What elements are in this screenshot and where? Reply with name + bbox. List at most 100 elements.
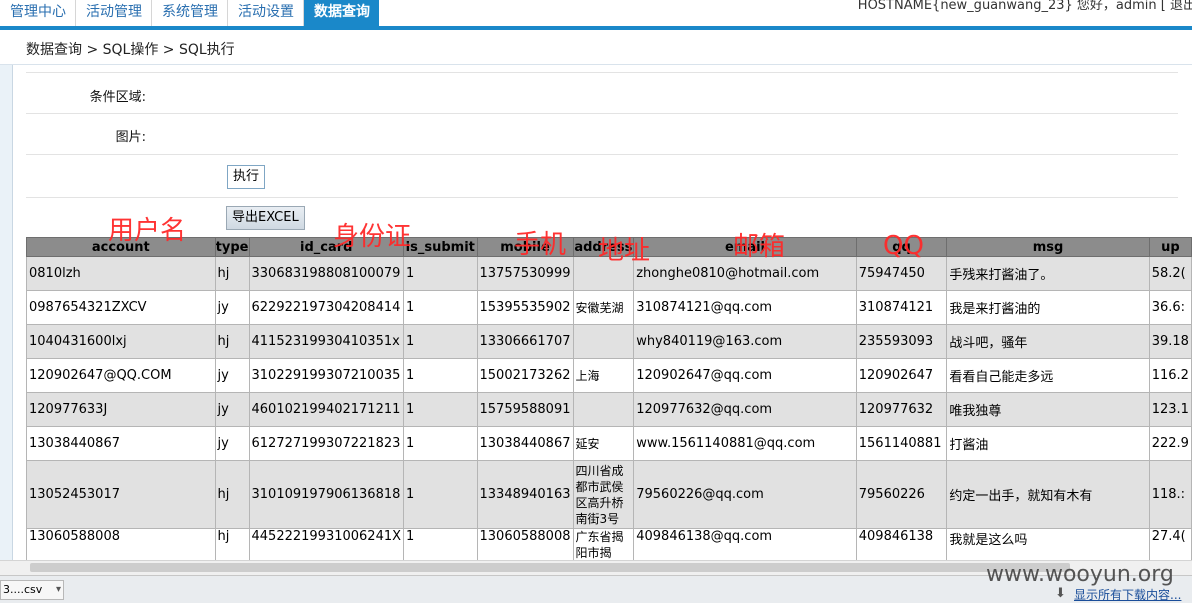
cell-account: 13052453017 <box>26 460 216 529</box>
cell-qq: 310874121 <box>855 290 948 325</box>
tab-system-management[interactable]: 系统管理 <box>152 0 228 26</box>
cell-email: 120977632@qq.com <box>633 392 857 427</box>
cell-mobile: 15759588091 <box>476 392 574 427</box>
cell-address: 上海 <box>572 358 635 393</box>
cell-is-submit: 1 <box>403 290 478 325</box>
top-nav: 管理中心 活动管理 系统管理 活动设置 数据查询 HOSTNAME{new_gu… <box>0 0 1192 26</box>
cell-email: why840119@163.com <box>633 324 857 359</box>
annotation-username: 用户名 <box>108 216 187 246</box>
cell-up: 58.2( <box>1148 256 1192 291</box>
cell-is-submit: 1 <box>403 256 478 291</box>
table-row: 1040431600lxj hj 41152319930410351x 1 13… <box>26 324 1192 359</box>
cell-is-submit: 1 <box>403 324 478 359</box>
cell-mobile: 15395535902 <box>476 290 574 325</box>
cell-qq: 120902647 <box>855 358 948 393</box>
cell-msg: 手残来打酱油了。 <box>946 256 1150 291</box>
execute-button[interactable]: 执行 <box>227 165 266 189</box>
annotation-mobile: 手机 <box>514 230 567 260</box>
col-header-msg[interactable]: msg <box>946 237 1150 257</box>
cell-msg: 约定一出手，就知有木有 <box>946 460 1150 529</box>
cell-type: hj <box>214 324 250 359</box>
cell-account: 1040431600lxj <box>26 324 216 359</box>
download-arrow-icon: ⬇ <box>1055 586 1066 601</box>
cell-id-card: 622922197304208414 <box>248 290 405 325</box>
cell-mobile: 13306661707 <box>476 324 574 359</box>
cell-qq: 79560226 <box>855 460 948 529</box>
cell-id-card: 310109197906136818 <box>248 460 405 529</box>
table-row: 13038440867 jy 612727199307221823 1 1303… <box>26 426 1192 461</box>
results-table: account type id_card is_submit mobile ad… <box>26 237 1192 570</box>
cell-account: 0987654321ZXCV <box>26 290 216 325</box>
download-item-name: 3....csv <box>3 583 43 596</box>
cell-type: hj <box>214 256 250 291</box>
tab-data-query[interactable]: 数据查询 <box>304 0 379 26</box>
cell-up: 222.9 <box>1148 426 1192 461</box>
chevron-down-icon[interactable]: ▾ <box>56 581 61 599</box>
cell-email: www.1561140881@qq.com <box>633 426 857 461</box>
cell-up: 36.6: <box>1148 290 1192 325</box>
cell-msg: 看看自己能走多远 <box>946 358 1150 393</box>
annotation-email: 邮箱 <box>733 232 786 262</box>
cell-email: 120902647@qq.com <box>633 358 857 393</box>
annotation-idcard: 身份证 <box>333 222 412 252</box>
export-excel-button[interactable]: 导出EXCEL <box>226 206 305 230</box>
cell-address: 延安 <box>572 426 635 461</box>
cell-qq: 235593093 <box>855 324 948 359</box>
left-panel-edge <box>0 65 13 575</box>
cell-type: hj <box>214 460 250 529</box>
cell-mobile: 13038440867 <box>476 426 574 461</box>
cell-is-submit: 1 <box>403 358 478 393</box>
col-header-up[interactable]: up <box>1148 237 1192 257</box>
image-label: 图片: <box>115 130 146 145</box>
show-all-downloads-link[interactable]: 显示所有下载内容... <box>1074 586 1181 603</box>
cell-account: 120902647@QQ.COM <box>26 358 216 393</box>
download-bar: 3....csv ▾ www.wooyun.org ⬇ 显示所有下载内容... <box>0 562 1192 603</box>
host-info: HOSTNAME{new_guanwang_23} 您好，admin [ 退出 <box>857 0 1192 13</box>
tab-management-center[interactable]: 管理中心 <box>0 0 76 26</box>
cell-address <box>572 392 635 427</box>
col-header-type[interactable]: type <box>214 237 250 257</box>
cell-id-card: 460102199402171211 <box>248 392 405 427</box>
cell-mobile: 15002173262 <box>476 358 574 393</box>
condition-label: 条件区域: <box>89 90 146 105</box>
cell-msg: 唯我独尊 <box>946 392 1150 427</box>
annotation-address: 地址 <box>598 236 651 266</box>
cell-qq: 75947450 <box>855 256 948 291</box>
image-row: 图片: <box>26 114 1178 155</box>
scrollbar-thumb[interactable] <box>30 563 1070 572</box>
cell-account: 120977633J <box>26 392 216 427</box>
cell-id-card: 330683198808100079 <box>248 256 405 291</box>
table-row: 0987654321ZXCV jy 622922197304208414 1 1… <box>26 290 1192 325</box>
tab-activity-management[interactable]: 活动管理 <box>76 0 152 26</box>
download-item[interactable]: 3....csv ▾ <box>0 580 64 600</box>
cell-mobile: 13348940163 <box>476 460 574 529</box>
cell-up: 123.1 <box>1148 392 1192 427</box>
col-header-is-submit[interactable]: is_submit <box>403 237 478 257</box>
tab-activity-settings[interactable]: 活动设置 <box>228 0 304 26</box>
breadcrumb: 数据查询 > SQL操作 > SQL执行 <box>0 30 1192 65</box>
cell-type: jy <box>214 358 250 393</box>
breadcrumb-text: 数据查询 > SQL操作 > SQL执行 <box>26 42 235 58</box>
cell-up: 39.18 <box>1148 324 1192 359</box>
cell-address <box>572 324 635 359</box>
cell-qq: 1561140881 <box>855 426 948 461</box>
cell-is-submit: 1 <box>403 426 478 461</box>
cell-msg: 打酱油 <box>946 426 1150 461</box>
nav-tabs: 管理中心 活动管理 系统管理 活动设置 数据查询 <box>0 0 379 26</box>
cell-is-submit: 1 <box>403 460 478 529</box>
cell-email: 79560226@qq.com <box>633 460 857 529</box>
cell-email: 310874121@qq.com <box>633 290 857 325</box>
table-row: 120977633J jy 460102199402171211 1 15759… <box>26 392 1192 427</box>
cell-mobile: 13757530999 <box>476 256 574 291</box>
table-row: 120902647@QQ.COM jy 310229199307210035 1… <box>26 358 1192 393</box>
table-row: 13052453017 hj 310109197906136818 1 1334… <box>26 460 1192 529</box>
cell-type: jy <box>214 290 250 325</box>
cell-type: jy <box>214 426 250 461</box>
exec-row <box>26 155 1178 198</box>
cell-msg: 战斗吧，骚年 <box>946 324 1150 359</box>
cell-up: 116.2 <box>1148 358 1192 393</box>
cell-address: 安徽芜湖 <box>572 290 635 325</box>
condition-row: 条件区域: <box>26 72 1178 114</box>
cell-id-card: 41152319930410351x <box>248 324 405 359</box>
watermark: www.wooyun.org <box>986 562 1174 587</box>
